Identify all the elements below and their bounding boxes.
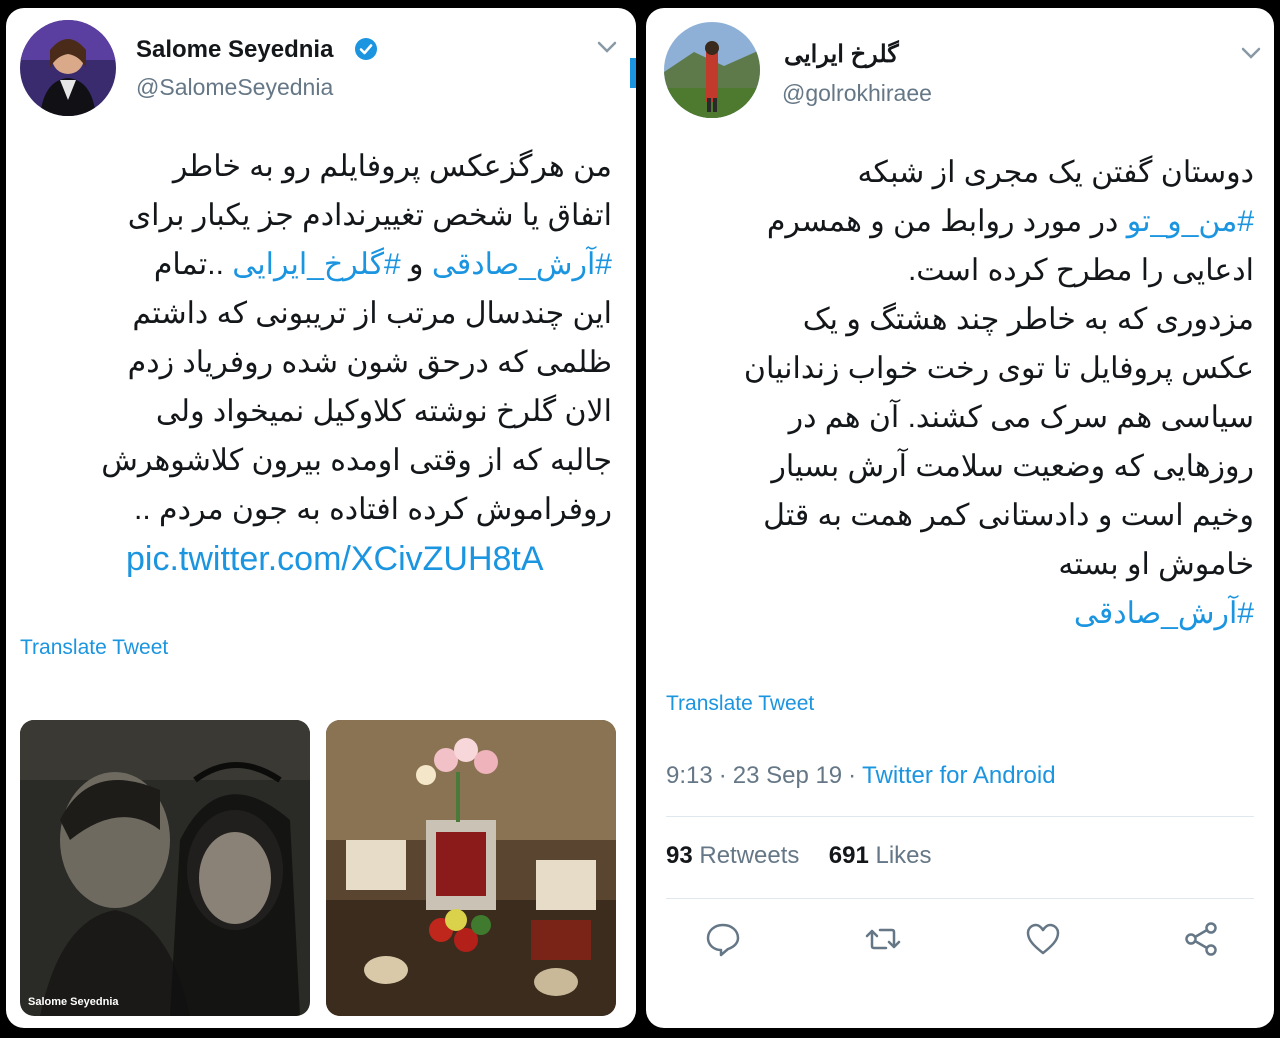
retweets-count: 93	[666, 842, 693, 869]
tweet-line: روزهایی که وضعیت سلامت آرش بسیار	[771, 450, 1254, 483]
tweet-line: #آرش_صادقی و #گلرخ_ایرایی ..تمام	[12, 240, 612, 289]
chevron-down-icon[interactable]	[596, 40, 618, 54]
media-link[interactable]: pic.twitter.com/XCivZUH8tA	[126, 540, 544, 579]
tweet-date[interactable]: 23 Sep 19	[733, 762, 842, 789]
photo-image	[326, 720, 616, 1016]
photo-image	[20, 720, 310, 1016]
like-icon[interactable]	[1024, 920, 1062, 958]
avatar[interactable]	[20, 20, 116, 116]
likes-stat[interactable]: 691 Likes	[829, 842, 932, 869]
tweet-source[interactable]: Twitter for Android	[862, 762, 1055, 789]
hashtag-link[interactable]: #من_و_تو	[1127, 205, 1254, 238]
tweet-text-fragment: در مورد روابط من و همسرم	[766, 205, 1127, 238]
author-handle[interactable]: @golrokhiraee	[782, 80, 932, 107]
tweet-timestamp: 9:13 · 23 Sep 19 · Twitter for Android	[666, 762, 1056, 790]
share-icon[interactable]	[1182, 920, 1220, 958]
translate-tweet-link[interactable]: Translate Tweet	[666, 692, 814, 716]
hashtag-link[interactable]: #گلرخ_ایرایی	[232, 248, 400, 281]
tweet-line: سیاسی هم سرک می کشند. آن هم در	[788, 401, 1254, 434]
tweet-stats: 93 Retweets 691 Likes	[666, 842, 932, 870]
verified-badge-icon	[355, 38, 377, 60]
tweet-line: خاموش او بسته	[1058, 548, 1254, 581]
meta-separator: ·	[848, 762, 857, 789]
retweets-stat[interactable]: 93 Retweets	[666, 842, 799, 869]
divider	[666, 898, 1254, 899]
tweet-line: عکس پروفایل تا توی رخت خواب زندانیان	[743, 352, 1254, 385]
tweet-line: روفراموش کرده افتاده به جون مردم ..	[134, 493, 612, 526]
author-name[interactable]: گلرخ ایرایی	[784, 40, 899, 69]
tweet-line: وخیم است و دادستانی کمر همت به قتل	[763, 499, 1254, 532]
tweet-line: مزدوری که به خاطر چند هشتگ و یک	[802, 303, 1254, 336]
photo-caption: Salome Seyednia	[28, 996, 119, 1008]
tweet-line: جالبه که از وقتی اومده بیرون کلاشوهرش	[101, 444, 612, 477]
retweets-label: Retweets	[699, 842, 800, 869]
tweet-line: این چندسال مرتب از تریبونی که داشتم	[132, 297, 612, 330]
tweet-text-fragment: ..تمام	[153, 248, 233, 281]
tweet-line: اتفاق یا شخص تغییرندادم جز یکبار برای	[127, 199, 612, 232]
tweet-text: دوستان گفتن یک مجری از شبکه #من_و_تو در …	[654, 148, 1254, 638]
tweet-line: دوستان گفتن یک مجری از شبکه	[857, 156, 1254, 189]
tweet-card-golrokh: گلرخ ایرایی @golrokhiraee دوستان گفتن یک…	[646, 8, 1274, 1028]
hashtag-link[interactable]: #آرش_صادقی	[1074, 597, 1254, 630]
translate-tweet-link[interactable]: Translate Tweet	[20, 636, 168, 660]
tweet-line: ادعایی را مطرح کرده است.	[907, 254, 1254, 287]
tweet-line: ظلمی که درحق شون شده روفریاد زدم	[127, 346, 612, 379]
meta-separator: ·	[718, 762, 727, 789]
divider	[666, 816, 1254, 817]
tweet-time[interactable]: 9:13	[666, 762, 713, 789]
hashtag-link[interactable]: #آرش_صادقی	[432, 248, 612, 281]
tweet-line: من هرگزعکس پروفایلم رو به خاطر	[172, 150, 612, 183]
tweet-photo-portrait[interactable]: Salome Seyednia	[20, 720, 310, 1016]
author-handle[interactable]: @SalomeSeyednia	[136, 74, 333, 101]
tweet-line: الان گلرخ نوشته کلاوکیل نمیخواد ولی	[155, 395, 612, 428]
tweet-line: #آرش_صادقی	[654, 589, 1254, 638]
author-name[interactable]: Salome Seyednia	[136, 36, 333, 64]
retweet-icon[interactable]	[864, 920, 902, 958]
tweet-card-salome: Salome Seyednia @SalomeSeyednia من هرگزع…	[6, 8, 636, 1028]
chevron-down-icon[interactable]	[1240, 46, 1262, 60]
tweet-text-fragment: و	[400, 248, 432, 281]
tweet-text: من هرگزعکس پروفایلم رو به خاطر اتفاق یا …	[12, 142, 612, 534]
reply-icon[interactable]	[704, 920, 742, 958]
likes-count: 691	[828, 842, 869, 869]
likes-label: Likes	[875, 842, 932, 869]
tweet-photo-haftsin[interactable]	[326, 720, 616, 1016]
scrollbar-thumb[interactable]	[630, 58, 636, 88]
avatar-photo	[664, 22, 760, 118]
tweet-line: #من_و_تو در مورد روابط من و همسرم	[654, 197, 1254, 246]
avatar-photo	[20, 20, 116, 116]
avatar[interactable]	[664, 22, 760, 118]
